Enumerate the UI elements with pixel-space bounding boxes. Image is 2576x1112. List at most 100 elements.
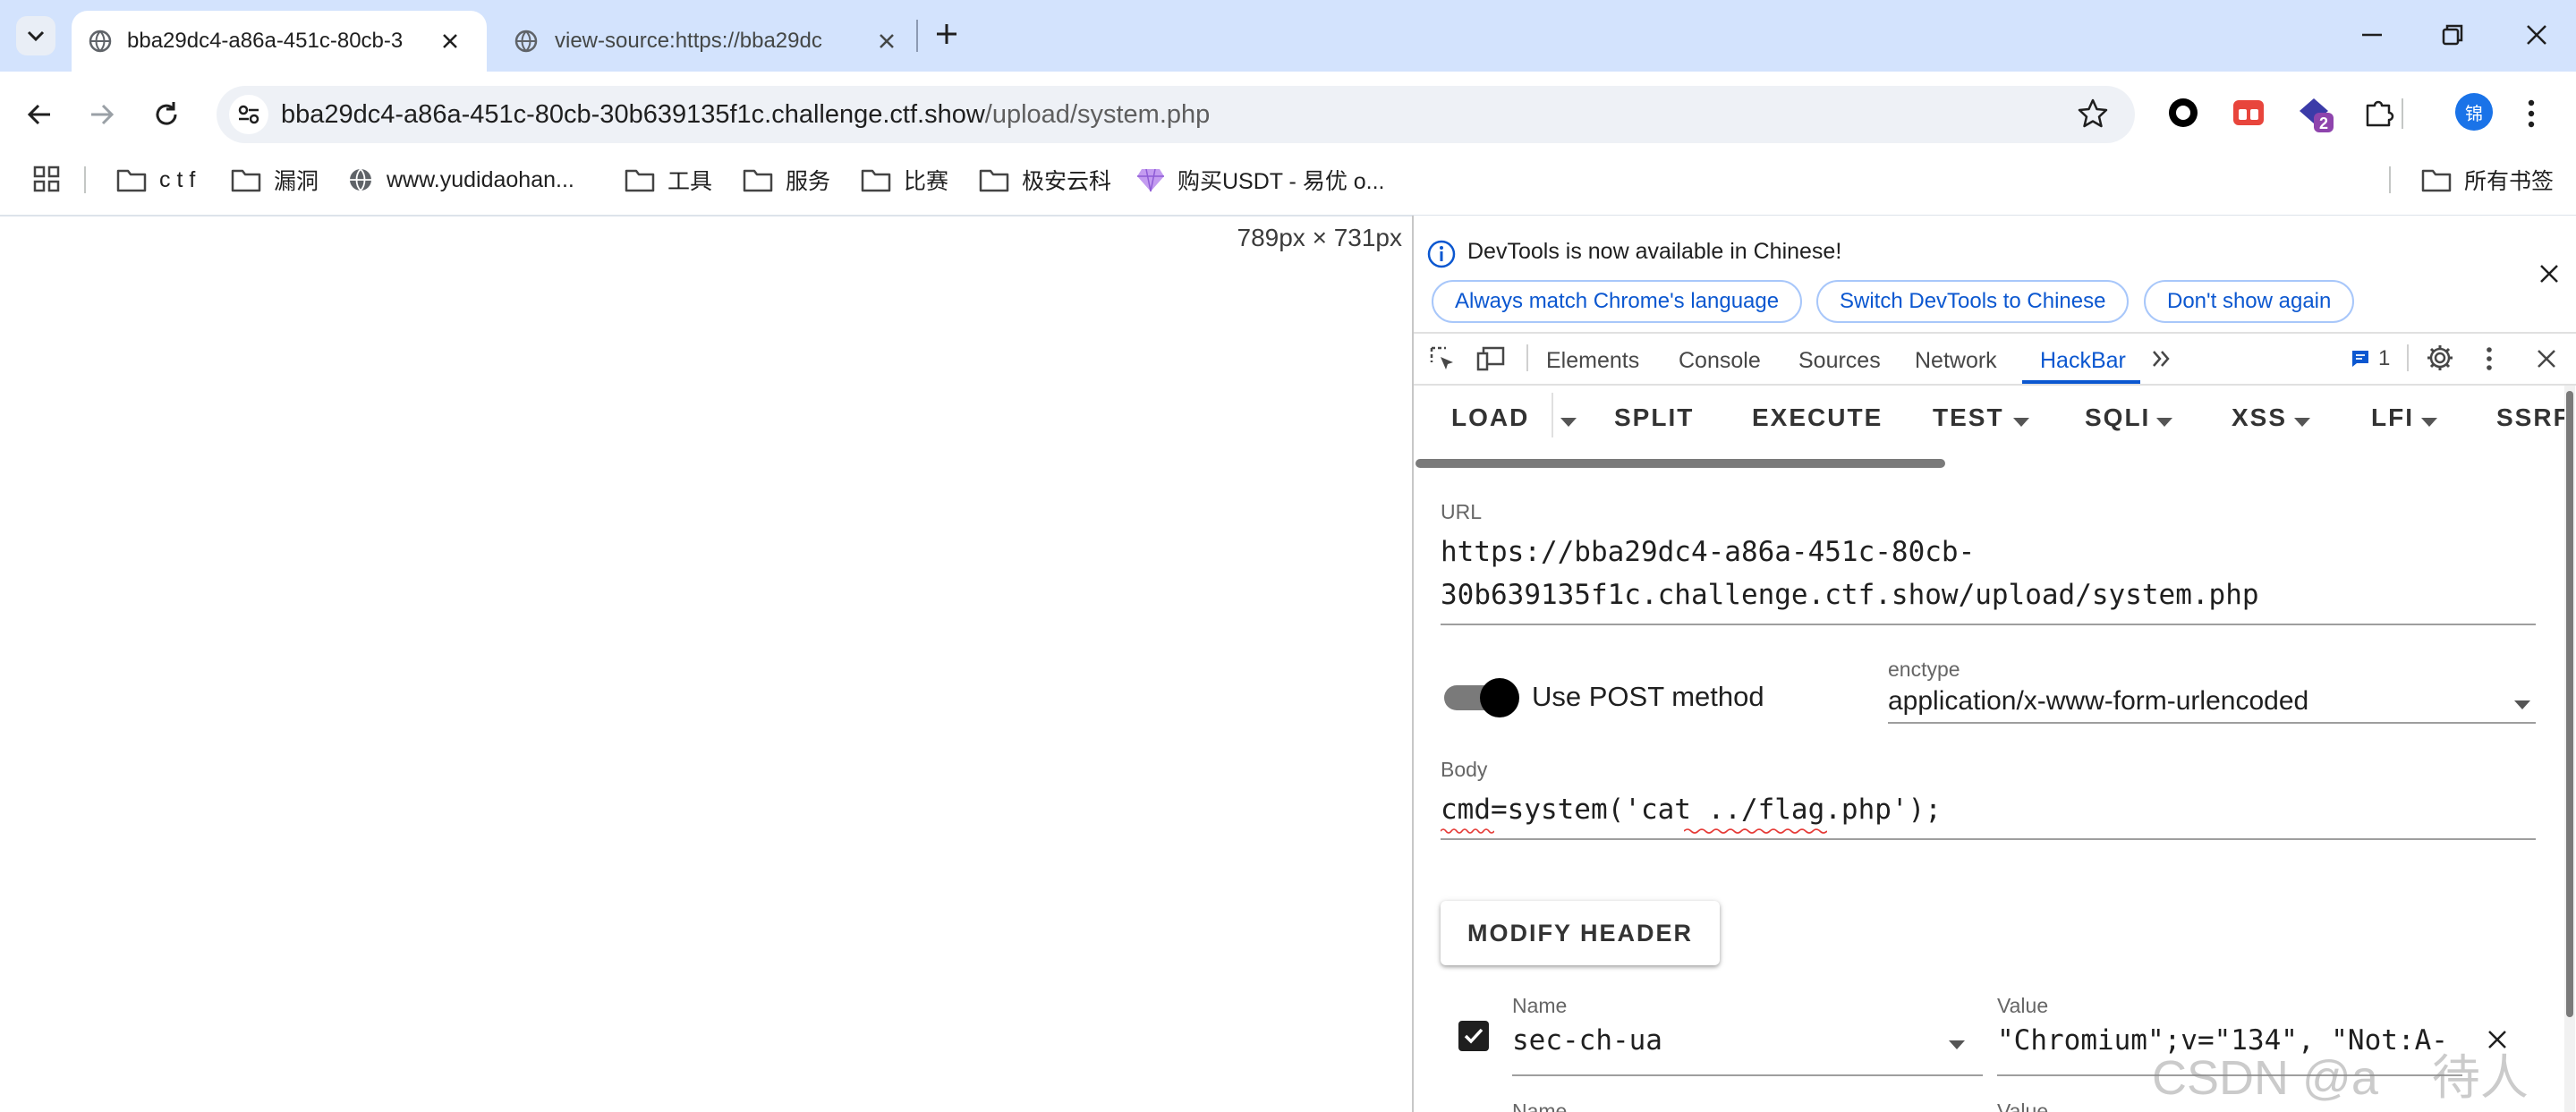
bookmark-folder-vuln[interactable]: 漏洞 [231,161,319,199]
sqli-menu-button[interactable]: SQLI [2085,403,2150,432]
globe-icon [350,168,371,191]
ssrf-menu-button[interactable]: SSRF [2496,403,2571,432]
lfi-caret [2421,418,2437,427]
minimize-icon [2362,33,2382,37]
extension-badge: 2 [2319,115,2328,132]
site-info-button[interactable] [229,95,268,134]
double-chevron-right-icon [2153,351,2170,367]
bookmarks-divider [84,166,86,193]
post-toggle-thumb[interactable] [1480,678,1519,717]
close-infobar-button[interactable] [2538,262,2561,285]
bookmark-star-button[interactable] [2076,97,2110,131]
tab-sources[interactable]: Sources [1798,348,1881,374]
tab-network[interactable]: Network [1915,348,1997,374]
header-name-label: Name [1512,994,1568,1017]
all-bookmarks-button[interactable]: 所有书签 [2421,161,2554,199]
url-host: bba29dc4-a86a-451c-80cb-30b639135f1c.cha… [281,100,985,129]
tab-elements[interactable]: Elements [1546,348,1639,374]
device-toolbar-button[interactable] [1476,344,1507,373]
body-field-label: Body [1441,758,1488,781]
arrow-left-icon [27,104,50,125]
chrome-menu-button[interactable] [2525,97,2538,131]
bookmark-site-yudidaohan[interactable]: www.yudidaohan... [347,161,574,199]
bookmark-label: 极安云科 [1022,169,1112,194]
dont-show-again-button[interactable]: Don't show again [2144,280,2355,323]
extension-circle-icon[interactable] [2167,97,2199,129]
bookmark-folder-jiananyunke[interactable]: 极安云科 [979,161,1111,199]
restore-icon [2442,24,2463,46]
issues-button[interactable]: 1 [2350,346,2390,371]
toolbar-scrollbar-thumb[interactable] [1416,459,1945,468]
body-field[interactable]: cmd=system('cat ../flag.php'); [1441,794,1942,826]
bookmark-folder-ctf[interactable]: c t f [116,161,195,199]
modify-header-button[interactable]: MODIFY HEADER [1441,901,1720,965]
extensions-button[interactable] [2362,95,2396,129]
back-button[interactable] [23,98,55,131]
reload-button[interactable] [150,98,183,131]
url-line-1: https://bba29dc4-a86a-451c-80cb- [1441,536,1976,568]
bookmark-folder-services[interactable]: 服务 [743,161,830,199]
extension-hackbar-icon[interactable]: 2 [2296,93,2337,136]
bookmark-site-usdt[interactable]: 购买USDT - 易优 o... [1136,161,1385,199]
settings-button[interactable] [2425,343,2455,373]
post-toggle-label: Use POST method [1532,681,1764,712]
new-tab-button[interactable] [932,20,961,48]
apps-button[interactable] [32,165,61,193]
profile-avatar[interactable]: 锦 [2455,93,2493,131]
tab-title: bba29dc4-a86a-451c-80cb-3 [127,29,404,53]
tab-inactive[interactable]: view-source:https://bba29dc [497,11,909,72]
switch-to-chinese-button[interactable]: Switch DevTools to Chinese [1816,280,2130,323]
tab-search-button[interactable] [16,16,55,55]
header-name-field[interactable]: sec-ch-ua [1512,1024,1662,1057]
load-dropdown-caret[interactable] [1560,418,1577,427]
url-field-label: URL [1441,500,1483,523]
bookmark-folder-tools[interactable]: 工具 [625,161,712,199]
kebab-menu-icon [2487,347,2492,370]
minimize-button[interactable] [2359,21,2385,48]
bookmark-label: 工具 [667,169,713,194]
enctype-select[interactable]: application/x-www-form-urlencoded [1888,686,2308,717]
watermark: CSDN @a 待人 [2152,1051,2529,1105]
restore-button[interactable] [2439,21,2466,48]
tab-console[interactable]: Console [1679,348,1761,374]
bookmark-label: 服务 [786,169,831,194]
devtools-menu-button[interactable] [2484,344,2495,373]
vertical-scrollbar-thumb[interactable] [2566,391,2573,1017]
lfi-menu-button[interactable]: LFI [2371,403,2414,432]
toolbar-divider [2402,98,2403,129]
tab-active[interactable]: bba29dc4-a86a-451c-80cb-3 [72,11,487,72]
bookmark-label: 比赛 [904,169,949,194]
kebab-menu-icon [2528,99,2535,128]
always-match-language-button[interactable]: Always match Chrome's language [1432,280,1803,323]
bookmark-folder-contests[interactable]: 比赛 [861,161,948,199]
viewport-size-readout: 789px × 731px [1237,224,1403,251]
execute-button[interactable]: EXECUTE [1752,403,1883,432]
xss-menu-button[interactable]: XSS [2232,403,2287,432]
chevron-down-icon [27,30,45,42]
header-name-caret[interactable] [1949,1040,1965,1049]
more-tabs-button[interactable] [2149,346,2174,371]
inspect-element-button[interactable] [1428,344,1457,373]
load-button[interactable]: LOAD [1451,403,1529,432]
close-devtools-button[interactable] [2534,346,2559,371]
test-menu-button[interactable]: TEST [1933,403,2004,432]
tab-hackbar[interactable]: HackBar [2040,348,2126,374]
bookmarks-divider [2389,166,2391,193]
header-enabled-checkbox[interactable] [1458,1021,1489,1051]
header-name-underline [1512,1074,1983,1076]
close-tab-icon[interactable] [440,31,460,51]
extension-red-icon[interactable] [2232,97,2266,129]
inspect-icon [1430,346,1453,369]
url-field[interactable]: https://bba29dc4-a86a-451c-80cb- 30b6391… [1441,531,2536,616]
enctype-dropdown-caret[interactable] [2514,700,2530,709]
active-tab-indicator [2022,380,2140,384]
apps-grid-icon [33,166,60,192]
star-icon [2078,98,2108,128]
url-text[interactable]: bba29dc4-a86a-451c-80cb-30b639135f1c.cha… [281,95,1210,134]
forward-button[interactable] [86,98,118,131]
arrow-right-icon [91,104,115,125]
close-window-button[interactable] [2523,21,2550,48]
message-icon [2352,351,2368,367]
close-tab-icon[interactable] [877,31,897,51]
split-button[interactable]: SPLIT [1614,403,1694,432]
